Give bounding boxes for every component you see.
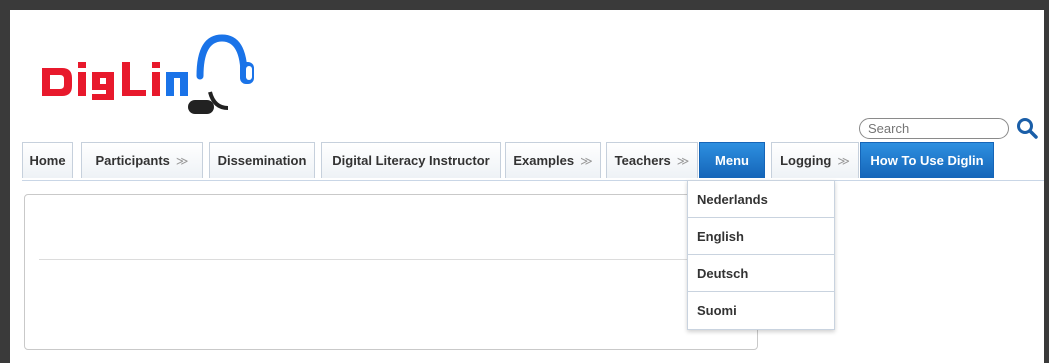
tab-label: Examples [513,153,575,168]
tab-participants[interactable]: Participants ≫ [81,142,203,178]
language-option-suomi[interactable]: Suomi [688,292,834,329]
search-input[interactable] [859,118,1009,139]
language-option-english[interactable]: English [688,218,834,255]
divider [39,259,739,260]
tab-label: Menu [715,153,749,168]
tab-digital-literacy-instructor[interactable]: Digital Literacy Instructor [321,142,501,178]
language-option-deutsch[interactable]: Deutsch [688,255,834,292]
diglin-logo[interactable] [32,28,262,120]
main-content [24,194,758,350]
tab-home[interactable]: Home [22,142,73,178]
tab-label: How To Use Diglin [870,153,984,168]
browser-viewport: Home Participants ≫ Dissemination Digita… [10,10,1044,363]
tab-label: Dissemination [217,153,307,168]
chevron-down-icon: ≫ [837,153,850,168]
dropdown-item-label: Suomi [697,303,737,318]
tab-label: Home [29,153,66,168]
tab-examples[interactable]: Examples ≫ [505,142,601,178]
tab-menu[interactable]: Menu [699,142,765,178]
menu-dropdown: Nederlands English Deutsch Suomi [687,180,835,330]
tab-logging[interactable]: Logging ≫ [771,142,859,178]
tab-label: Participants [95,153,170,168]
search-icon[interactable] [1015,116,1039,140]
chevron-down-icon: ≫ [580,153,593,168]
tab-dissemination[interactable]: Dissemination [209,142,315,178]
dropdown-item-label: Nederlands [697,191,768,207]
tab-label: Teachers [614,153,671,168]
dropdown-item-label: English [697,228,744,244]
tab-how-to-use-diglin[interactable]: How To Use Diglin [860,142,994,178]
chevron-down-icon: ≫ [676,153,690,168]
main-nav: Home Participants ≫ Dissemination Digita… [22,142,1044,181]
dropdown-item-label: Deutsch [697,265,749,281]
language-option-nederlands[interactable]: Nederlands [688,181,834,218]
tab-teachers[interactable]: Teachers ≫ [606,142,698,178]
tab-label: Logging [780,153,832,168]
chevron-down-icon: ≫ [175,153,189,168]
tab-label: Digital Literacy Instructor [332,153,490,168]
